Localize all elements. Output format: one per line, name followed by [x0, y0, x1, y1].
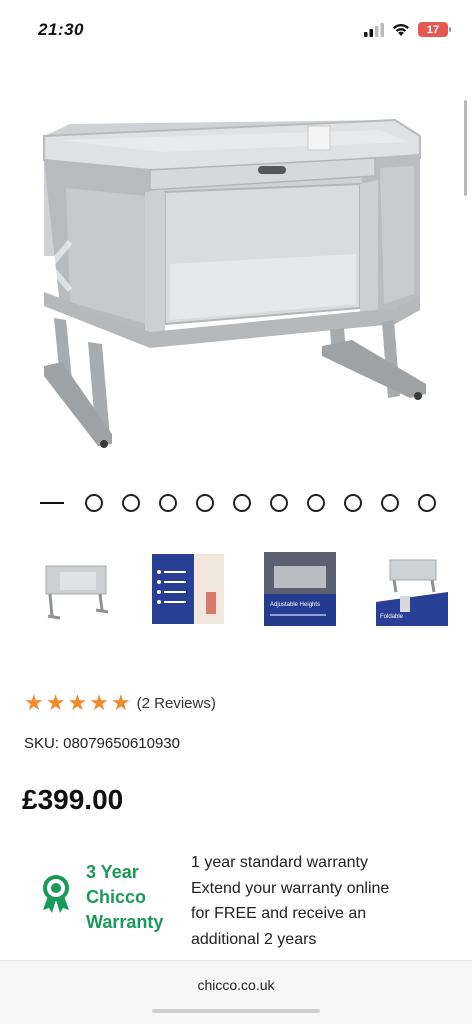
pagination-dot[interactable]	[122, 494, 140, 512]
pagination-dot[interactable]	[270, 494, 288, 512]
thumbnail-strip: Adjustable Heights Foldable	[0, 552, 472, 632]
pagination-dot[interactable]	[233, 494, 251, 512]
award-badge-icon	[43, 875, 69, 913]
carousel-next-icon[interactable]	[412, 236, 452, 296]
sku-label: SKU: 08079650610930	[24, 735, 180, 752]
star-icon: ★	[67, 690, 88, 715]
warranty-description: 1 year standard warranty Extend your war…	[191, 850, 451, 952]
carousel-pagination	[40, 494, 436, 512]
pagination-dot[interactable]	[85, 494, 103, 512]
pagination-dot[interactable]	[307, 494, 325, 512]
wifi-icon	[393, 23, 409, 36]
star-icon: ★	[110, 690, 131, 715]
pagination-dot[interactable]	[344, 494, 362, 512]
signal-icon	[364, 22, 384, 37]
battery-level: 17	[426, 23, 440, 36]
pagination-dot[interactable]	[418, 494, 436, 512]
status-bar: 21:30 17	[0, 0, 472, 62]
home-indicator[interactable]	[152, 1009, 320, 1013]
warranty-text-line: Extend your warranty online	[191, 879, 390, 897]
star-icon: ★	[89, 690, 109, 715]
room-thumbnail-caption: Adjustable Heights	[270, 602, 320, 608]
pagination-dot[interactable]	[159, 494, 177, 512]
product-image-carousel[interactable]	[0, 96, 472, 476]
pagination-dot[interactable]	[196, 494, 214, 512]
thumbnail-crib-front[interactable]	[40, 552, 112, 626]
fold-thumbnail-caption: Foldable	[380, 614, 404, 620]
warranty-section: 3 Year Chicco Warranty 1 year standard w…	[0, 848, 472, 948]
reviews-link[interactable]: (2 Reviews)	[137, 695, 216, 712]
warranty-title: 3 Year Chicco Warranty	[86, 860, 186, 935]
warranty-text-line: additional 2 years	[191, 930, 317, 948]
url-text[interactable]: chicco.co.uk	[0, 977, 472, 993]
star-icon: ★	[45, 690, 66, 715]
pagination-dot-active[interactable]	[40, 502, 64, 504]
battery-icon: 17	[418, 22, 451, 37]
status-time: 21:30	[38, 20, 84, 39]
star-icon: ★	[24, 690, 44, 715]
product-price: £399.00	[22, 784, 124, 815]
status-icons: 17	[364, 22, 451, 37]
warranty-title-line: Chicco	[86, 887, 147, 907]
browser-address-bar[interactable]: chicco.co.uk	[0, 960, 472, 1024]
warranty-text-line: for FREE and receive an	[191, 905, 367, 922]
warranty-text-line: 1 year standard warranty	[191, 854, 368, 871]
rating[interactable]: ★ ★ ★ ★ ★ (2 Reviews)	[24, 692, 216, 714]
carousel-prev-icon[interactable]	[40, 236, 80, 296]
warranty-title-line: 3 Year	[86, 862, 139, 882]
star-rating: ★ ★ ★ ★ ★	[24, 692, 131, 714]
thumbnail-features-sheet[interactable]	[152, 552, 224, 626]
thumbnail-room-photo[interactable]: Adjustable Heights	[264, 552, 336, 626]
warranty-title-line: Warranty	[86, 912, 164, 932]
pagination-dot[interactable]	[381, 494, 399, 512]
thumbnail-folded-crib[interactable]: Foldable	[376, 552, 448, 626]
